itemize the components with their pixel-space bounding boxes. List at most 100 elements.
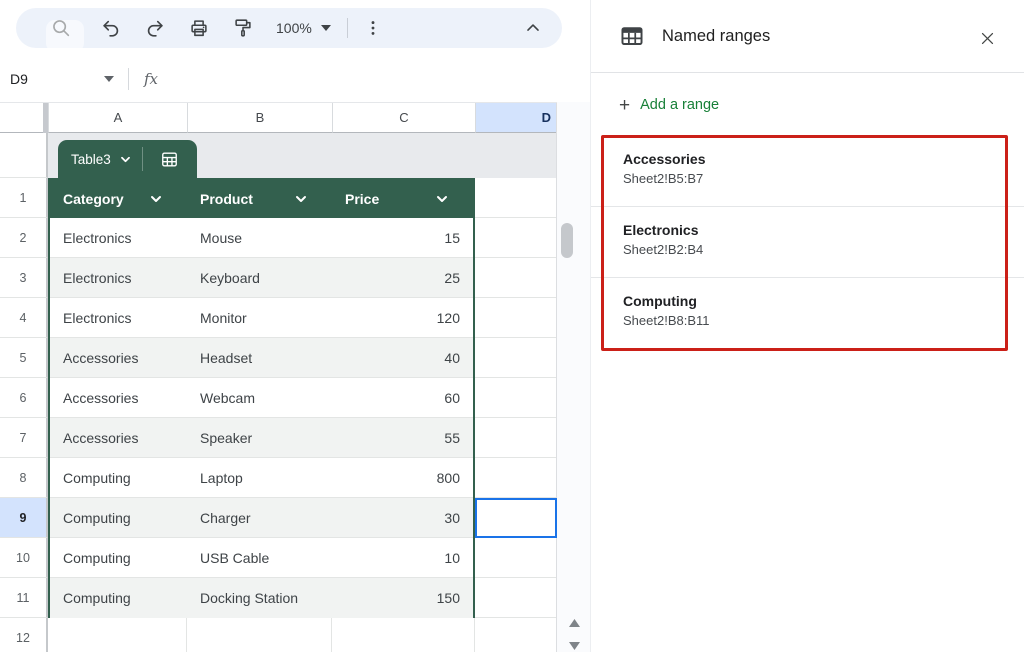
add-range-button[interactable]: + Add a range xyxy=(591,88,1024,122)
row-header-11[interactable]: 11 xyxy=(0,578,48,618)
row-header-5[interactable]: 5 xyxy=(0,338,48,378)
table-cell-price[interactable]: 15 xyxy=(332,218,473,257)
fx-icon[interactable]: fx xyxy=(144,70,158,88)
column-filter-chevron-icon[interactable] xyxy=(295,195,307,203)
row-header-1[interactable]: 1 xyxy=(0,178,48,218)
table-cell-price[interactable]: 30 xyxy=(332,498,473,537)
table-row: AccessoriesSpeaker55 xyxy=(50,418,473,458)
table-cell-product[interactable]: USB Cable xyxy=(187,538,332,577)
table-row: ElectronicsMouse15 xyxy=(50,218,473,258)
scroll-down-icon[interactable] xyxy=(567,640,581,652)
table-cell-category[interactable]: Computing xyxy=(50,498,187,537)
cell-D4[interactable] xyxy=(475,298,557,338)
table-cell-category[interactable]: Electronics xyxy=(50,258,187,297)
undo-icon[interactable] xyxy=(98,15,124,41)
table-cell-category[interactable]: Accessories xyxy=(50,338,187,377)
cell-D8[interactable] xyxy=(475,458,557,498)
cell-D11[interactable] xyxy=(475,578,557,618)
row-header-10[interactable]: 10 xyxy=(0,538,48,578)
paint-format-icon[interactable] xyxy=(230,15,256,41)
table-cell-product[interactable]: Mouse xyxy=(187,218,332,257)
row-header-9[interactable]: 9 xyxy=(0,498,48,538)
table-icon[interactable] xyxy=(143,140,197,178)
table-row: AccessoriesHeadset40 xyxy=(50,338,473,378)
table-cell-category[interactable]: Computing xyxy=(50,458,187,497)
cell-C12[interactable] xyxy=(332,618,475,652)
row-header-8[interactable]: 8 xyxy=(0,458,48,498)
cell-D7[interactable] xyxy=(475,418,557,458)
table-cell-category[interactable]: Electronics xyxy=(50,298,187,337)
table-column-price[interactable]: Price xyxy=(332,180,473,218)
name-box[interactable]: D9 xyxy=(10,71,104,87)
named-ranges-panel: Named ranges + Add a range AccessoriesSh… xyxy=(590,0,1024,652)
table-cell-product[interactable]: Charger xyxy=(187,498,332,537)
column-filter-chevron-icon[interactable] xyxy=(436,195,448,203)
table-column-product[interactable]: Product xyxy=(187,180,332,218)
table-cell-product[interactable]: Webcam xyxy=(187,378,332,417)
column-filter-chevron-icon[interactable] xyxy=(150,195,162,203)
selected-cell-D9[interactable] xyxy=(475,498,557,538)
select-all-corner[interactable] xyxy=(0,103,48,133)
more-options-icon[interactable] xyxy=(360,15,386,41)
panel-header: Named ranges xyxy=(591,0,1024,72)
row-header-7[interactable]: 7 xyxy=(0,418,48,458)
cell-D10[interactable] xyxy=(475,538,557,578)
cell-D6[interactable] xyxy=(475,378,557,418)
named-range-item[interactable]: ComputingSheet2!B8:B11 xyxy=(591,278,1024,349)
table-cell-price[interactable]: 60 xyxy=(332,378,473,417)
row-header-4[interactable]: 4 xyxy=(0,298,48,338)
table-cell-price[interactable]: 120 xyxy=(332,298,473,337)
name-box-caret-icon[interactable] xyxy=(104,76,114,82)
vertical-scrollbar-thumb[interactable] xyxy=(561,223,573,258)
table-cell-product[interactable]: Keyboard xyxy=(187,258,332,297)
cell-A12[interactable] xyxy=(48,618,187,652)
column-header-B[interactable]: B xyxy=(187,103,332,133)
table-cell-product[interactable]: Docking Station xyxy=(187,578,332,618)
row-header-2[interactable]: 2 xyxy=(0,218,48,258)
table-cell-category[interactable]: Accessories xyxy=(50,378,187,417)
named-range-item[interactable]: AccessoriesSheet2!B5:B7 xyxy=(591,136,1024,207)
row-header-12[interactable]: 12 xyxy=(0,618,48,652)
table-cell-price[interactable]: 150 xyxy=(332,578,473,618)
named-ranges-icon xyxy=(619,23,645,49)
scroll-up-icon[interactable] xyxy=(567,617,581,629)
cell-D2[interactable] xyxy=(475,218,557,258)
table-cell-category[interactable]: Computing xyxy=(50,578,187,618)
table-cell-price[interactable]: 10 xyxy=(332,538,473,577)
row-header-3[interactable]: 3 xyxy=(0,258,48,298)
table-cell-product[interactable]: Laptop xyxy=(187,458,332,497)
table-cell-product[interactable]: Speaker xyxy=(187,418,332,457)
table-cell-category[interactable]: Accessories xyxy=(50,418,187,457)
print-icon[interactable] xyxy=(186,15,212,41)
redo-icon[interactable] xyxy=(142,15,168,41)
table-cell-category[interactable]: Electronics xyxy=(50,218,187,257)
cell-D5[interactable] xyxy=(475,338,557,378)
toolbar: 100% xyxy=(0,0,590,56)
zoom-control[interactable]: 100% xyxy=(276,20,331,36)
collapse-toolbar-icon[interactable] xyxy=(520,15,546,41)
table-row: ComputingDocking Station150 xyxy=(50,578,473,618)
panel-title: Named ranges xyxy=(662,27,770,46)
table-cell-category[interactable]: Computing xyxy=(50,538,187,577)
table-cell-product[interactable]: Headset xyxy=(187,338,332,377)
column-header-C[interactable]: C xyxy=(332,103,475,133)
formula-bar-divider xyxy=(128,68,129,90)
table-column-category[interactable]: Category xyxy=(50,180,187,218)
cell-D3[interactable] xyxy=(475,258,557,298)
cell-B12[interactable] xyxy=(187,618,332,652)
cell-D12[interactable] xyxy=(475,618,557,652)
named-range-item[interactable]: ElectronicsSheet2!B2:B4 xyxy=(591,207,1024,278)
table-name-menu[interactable]: Table3 xyxy=(58,140,142,178)
column-header-D[interactable]: D xyxy=(475,103,557,133)
table-cell-product[interactable]: Monitor xyxy=(187,298,332,337)
table-cell-price[interactable]: 40 xyxy=(332,338,473,377)
cell-D1[interactable] xyxy=(475,178,557,218)
table-cell-price[interactable]: 800 xyxy=(332,458,473,497)
table-column-label: Category xyxy=(63,191,124,207)
close-icon[interactable] xyxy=(977,28,997,48)
column-header-A[interactable]: A xyxy=(48,103,187,133)
table-cell-price[interactable]: 55 xyxy=(332,418,473,457)
vertical-scrollbar-track[interactable] xyxy=(557,102,590,652)
row-header-6[interactable]: 6 xyxy=(0,378,48,418)
table-cell-price[interactable]: 25 xyxy=(332,258,473,297)
